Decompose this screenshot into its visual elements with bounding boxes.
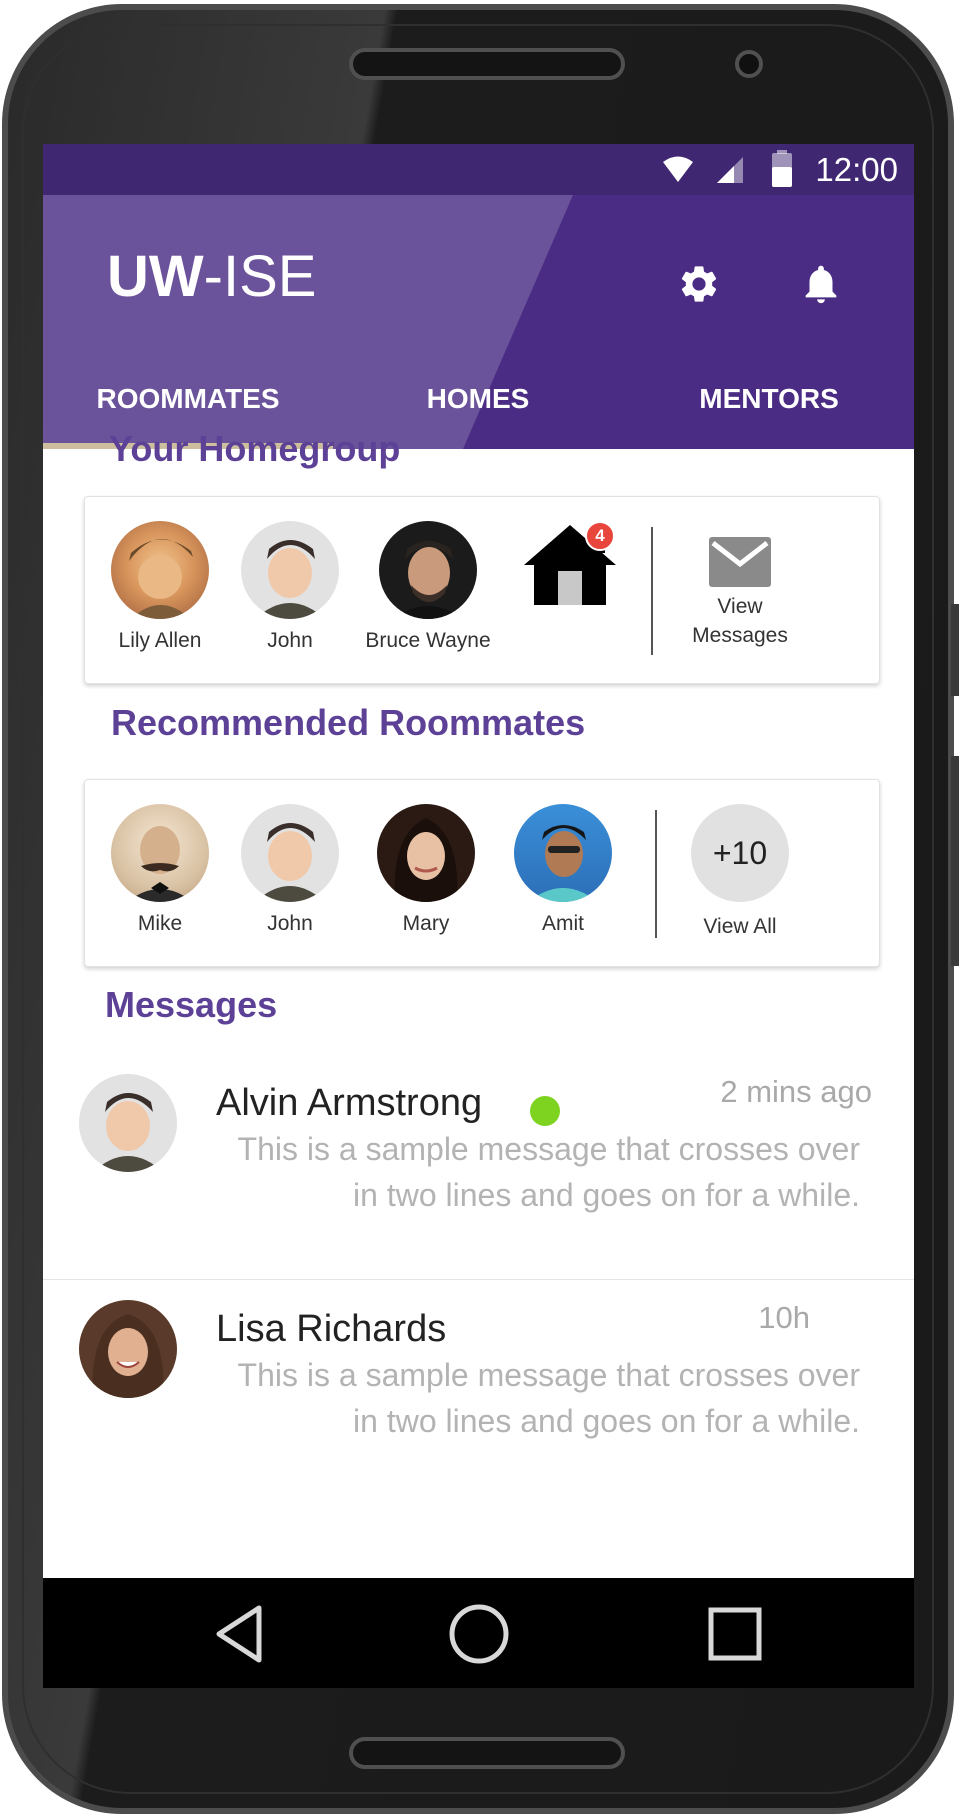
avatar-photo	[92, 1314, 164, 1398]
recommended-person[interactable]: Mike	[85, 804, 235, 936]
view-all-button[interactable]: +10 View All	[670, 804, 810, 941]
earpiece-speaker	[349, 48, 625, 80]
avatar	[79, 1300, 177, 1398]
home-nav-button[interactable]	[447, 1602, 511, 1666]
tab-label: MENTORS	[699, 383, 839, 414]
avatar-photo	[93, 1093, 163, 1172]
view-messages-line2: Messages	[692, 624, 788, 647]
screen: 12:00 UW-ISE ROOMMATES HOMES MENTORS You…	[43, 144, 914, 1688]
home-button[interactable]: 4	[495, 521, 645, 612]
app-bar: UW-ISE ROOMMATES HOMES MENTORS	[43, 195, 914, 449]
avatar	[379, 521, 477, 619]
signal-icon	[717, 157, 743, 183]
message-time: 2 mins ago	[720, 1074, 872, 1109]
recommended-person[interactable]: Mary	[351, 804, 501, 936]
tab-mentors[interactable]: MENTORS	[624, 373, 914, 449]
home-icon	[449, 1604, 509, 1664]
status-bar: 12:00	[43, 144, 914, 195]
back-button[interactable]	[209, 1602, 273, 1666]
member-name: Lily Allen	[118, 629, 202, 652]
person-name: Mike	[137, 912, 183, 935]
settings-icon	[681, 266, 717, 302]
more-count: +10	[691, 804, 789, 902]
avatar	[377, 804, 475, 902]
card-divider	[651, 527, 653, 655]
notifications-bell-icon	[805, 265, 837, 304]
avatar	[241, 804, 339, 902]
message-item[interactable]: Alvin Armstrong 2 mins ago This is a sam…	[43, 1056, 914, 1280]
app-title-rest: -ISE	[203, 244, 317, 309]
recommended-card: Mike John Mary Amit +10 View All	[84, 779, 880, 967]
mail-icon	[709, 537, 771, 587]
messages-title: Messages	[105, 984, 278, 1025]
sender-name: Lisa Richards	[216, 1308, 447, 1350]
message-preview: This is a sample message that crosses ov…	[237, 1357, 860, 1439]
front-camera	[735, 50, 763, 78]
recents-button[interactable]	[703, 1602, 767, 1666]
avatar-photo	[129, 538, 193, 619]
back-icon	[216, 1605, 262, 1663]
battery-icon	[772, 150, 792, 187]
card-divider	[655, 810, 657, 938]
avatar-photo	[393, 541, 463, 619]
avatar	[79, 1074, 177, 1172]
tab-label: HOMES	[426, 383, 530, 414]
person-name: John	[267, 912, 313, 935]
navigation-bar	[43, 1578, 914, 1688]
avatar-photo	[255, 823, 325, 902]
avatar	[111, 804, 209, 902]
message-item[interactable]: Lisa Richards 10h This is a sample messa…	[43, 1282, 914, 1506]
app-title-bold: UW	[107, 244, 204, 309]
wifi-icon	[663, 156, 693, 182]
person-name: Amit	[542, 912, 584, 935]
avatar-photo	[127, 826, 193, 902]
recommended-person[interactable]: John	[215, 804, 365, 936]
avatar-photo	[528, 825, 598, 902]
recents-icon	[708, 1607, 762, 1661]
volume-button[interactable]	[951, 756, 959, 966]
homegroup-member[interactable]: Bruce Wayne	[353, 521, 503, 653]
avatar	[111, 521, 209, 619]
online-status-dot	[530, 1096, 560, 1126]
notifications-button[interactable]	[794, 257, 848, 311]
message-preview: This is a sample message that crosses ov…	[237, 1131, 860, 1213]
recommended-title: Recommended Roommates	[111, 702, 586, 743]
app-title: UW-ISE	[107, 243, 316, 310]
homegroup-title: Your Homegroup	[109, 428, 401, 469]
avatar-photo	[394, 818, 458, 902]
homegroup-member[interactable]: Lily Allen	[85, 521, 235, 653]
message-time: 10h	[758, 1300, 810, 1335]
notification-badge: 4	[585, 521, 615, 551]
homegroup-card: Lily Allen John Bruce Wayne 4 View Messa…	[84, 496, 880, 684]
view-all-label: View All	[703, 915, 777, 938]
bottom-speaker	[349, 1737, 625, 1769]
member-name: Bruce Wayne	[365, 629, 491, 652]
sender-name: Alvin Armstrong	[216, 1082, 483, 1124]
status-time: 12:00	[815, 151, 898, 188]
view-messages-line1: View	[717, 595, 763, 618]
power-button[interactable]	[951, 604, 959, 696]
homegroup-member[interactable]: John	[215, 521, 365, 653]
member-name: John	[267, 629, 313, 652]
message-divider	[43, 1279, 914, 1280]
recommended-person[interactable]: Amit	[488, 804, 638, 936]
avatar	[514, 804, 612, 902]
tab-label: ROOMMATES	[96, 383, 280, 414]
avatar	[241, 521, 339, 619]
person-name: Mary	[402, 912, 450, 935]
avatar-photo	[255, 540, 325, 619]
settings-button[interactable]	[672, 257, 726, 311]
view-messages-button[interactable]: View Messages	[670, 521, 810, 650]
